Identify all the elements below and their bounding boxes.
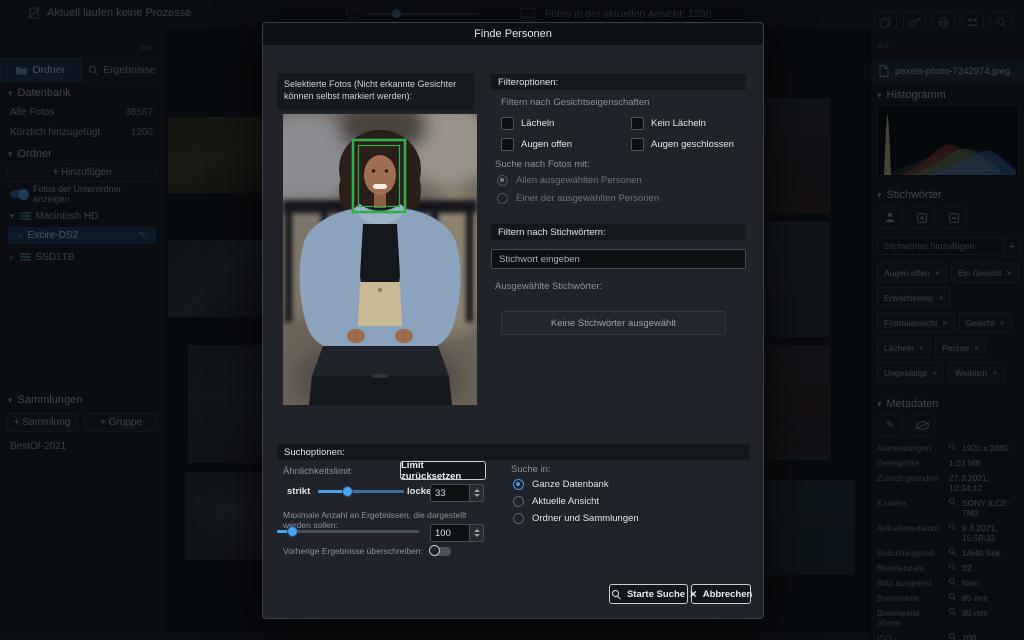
checkbox-label: Augen offen (521, 139, 572, 150)
radio-label: Aktuelle Ansicht (532, 496, 599, 507)
no-keywords-button[interactable]: Keine Stichwörter ausgewählt (501, 311, 726, 335)
similarity-label: Ähnlichkeitslimit: (283, 466, 353, 477)
similarity-value-input[interactable] (430, 484, 484, 502)
keyword-filter-header-label: Filtern nach Stichwörtern: (498, 227, 606, 238)
face-attributes-subheader-text: Filtern nach Gesichtseigenschaften (501, 97, 649, 108)
selected-photos-label-text: Selektierte Fotos (Nicht erkannte Gesich… (284, 79, 456, 101)
checkbox-icon[interactable] (501, 138, 514, 151)
strict-label-text: strikt (287, 486, 310, 497)
reset-limit-button[interactable]: Limit zurücksetzen (400, 461, 486, 480)
keyword-filter-header: Filtern nach Stichwörtern: (491, 224, 746, 240)
find-people-dialog: Finde Personen Selektierte Fotos (Nicht … (262, 22, 764, 619)
radio-icon (497, 193, 508, 204)
radio-all-persons: Allen ausgewählten Personen (497, 175, 642, 186)
selected-keywords-label-text: Ausgewählte Stichwörter: (495, 281, 602, 292)
start-search-button[interactable]: Starte Suche (609, 584, 688, 604)
checkbox-label: Augen geschlossen (651, 139, 734, 150)
radio-icon[interactable] (513, 496, 524, 507)
radio-label: Einer der ausgewählten Personen (516, 193, 659, 204)
radio-label: Ganze Datenbank (532, 479, 609, 490)
cancel-button[interactable]: × Abbrechen (691, 584, 751, 604)
checkbox-icon[interactable] (501, 117, 514, 130)
overwrite-row: Vorherige Ergebnisse überschreiben: (283, 546, 451, 556)
dialog-title: Finde Personen (474, 28, 552, 40)
search-with-label: Suche nach Fotos mit: (495, 159, 590, 170)
checkbox-augen-geschlossen[interactable]: Augen geschlossen (631, 138, 734, 151)
radio-selected-icon[interactable] (513, 479, 524, 490)
app-window: Aktuell laufen keine Prozesse Fotos in d… (0, 0, 1024, 640)
search-options-header-label: Suchoptionen: (284, 447, 345, 458)
close-icon: × (690, 588, 697, 600)
similarity-stepper[interactable] (469, 485, 483, 501)
radio-ordner-sammlungen[interactable]: Ordner und Sammlungen (513, 513, 639, 524)
search-icon (612, 590, 621, 599)
checkbox-label: Lächeln (521, 118, 554, 129)
max-results-value-input[interactable] (430, 524, 484, 542)
similarity-slider-thumb[interactable] (342, 486, 353, 497)
similarity-slider[interactable] (318, 490, 404, 493)
search-in-label: Suche in: (511, 464, 551, 475)
filter-options-header-label: Filteroptionen: (498, 77, 558, 88)
search-in-label-text: Suche in: (511, 464, 551, 475)
max-results-slider[interactable] (277, 530, 419, 533)
photo-image (283, 114, 477, 405)
similarity-value-field[interactable] (431, 485, 469, 501)
radio-label: Ordner und Sammlungen (532, 513, 639, 524)
keyword-search-input[interactable] (491, 249, 746, 269)
radio-ganze-datenbank[interactable]: Ganze Datenbank (513, 479, 609, 490)
start-search-label: Starte Suche (627, 589, 685, 600)
dialog-title-bar: Finde Personen (263, 23, 763, 45)
selected-photo[interactable] (283, 114, 477, 405)
radio-icon (497, 175, 508, 186)
checkbox-kein-laecheln[interactable]: Kein Lächeln (631, 117, 706, 130)
checkbox-icon[interactable] (631, 117, 644, 130)
strict-label: strikt (287, 486, 310, 497)
search-options-header: Suchoptionen: (277, 444, 749, 460)
similarity-label-text: Ähnlichkeitslimit: (283, 466, 353, 477)
no-keywords-label: Keine Stichwörter ausgewählt (551, 318, 676, 329)
checkbox-label: Kein Lächeln (651, 118, 706, 129)
radio-icon[interactable] (513, 513, 524, 524)
overwrite-toggle[interactable] (431, 547, 451, 556)
max-results-value-field[interactable] (431, 525, 469, 541)
cancel-label: Abbrechen (703, 589, 753, 600)
max-results-slider-thumb[interactable] (287, 526, 298, 537)
filter-options-header: Filteroptionen: (491, 74, 746, 90)
checkbox-laecheln[interactable]: Lächeln (501, 117, 554, 130)
search-with-label-text: Suche nach Fotos mit: (495, 159, 590, 170)
radio-label: Allen ausgewählten Personen (516, 175, 642, 186)
max-results-stepper[interactable] (469, 525, 483, 541)
reset-limit-label: Limit zurücksetzen (401, 460, 485, 482)
selected-keywords-label: Ausgewählte Stichwörter: (495, 281, 602, 292)
checkbox-icon[interactable] (631, 138, 644, 151)
checkbox-augen-offen[interactable]: Augen offen (501, 138, 572, 151)
selected-photos-label: Selektierte Fotos (Nicht erkannte Gesich… (277, 73, 474, 110)
overwrite-label: Vorherige Ergebnisse überschreiben: (283, 546, 423, 556)
face-attributes-subheader: Filtern nach Gesichtseigenschaften (501, 97, 649, 108)
radio-one-person: Einer der ausgewählten Personen (497, 193, 659, 204)
radio-aktuelle-ansicht[interactable]: Aktuelle Ansicht (513, 496, 599, 507)
